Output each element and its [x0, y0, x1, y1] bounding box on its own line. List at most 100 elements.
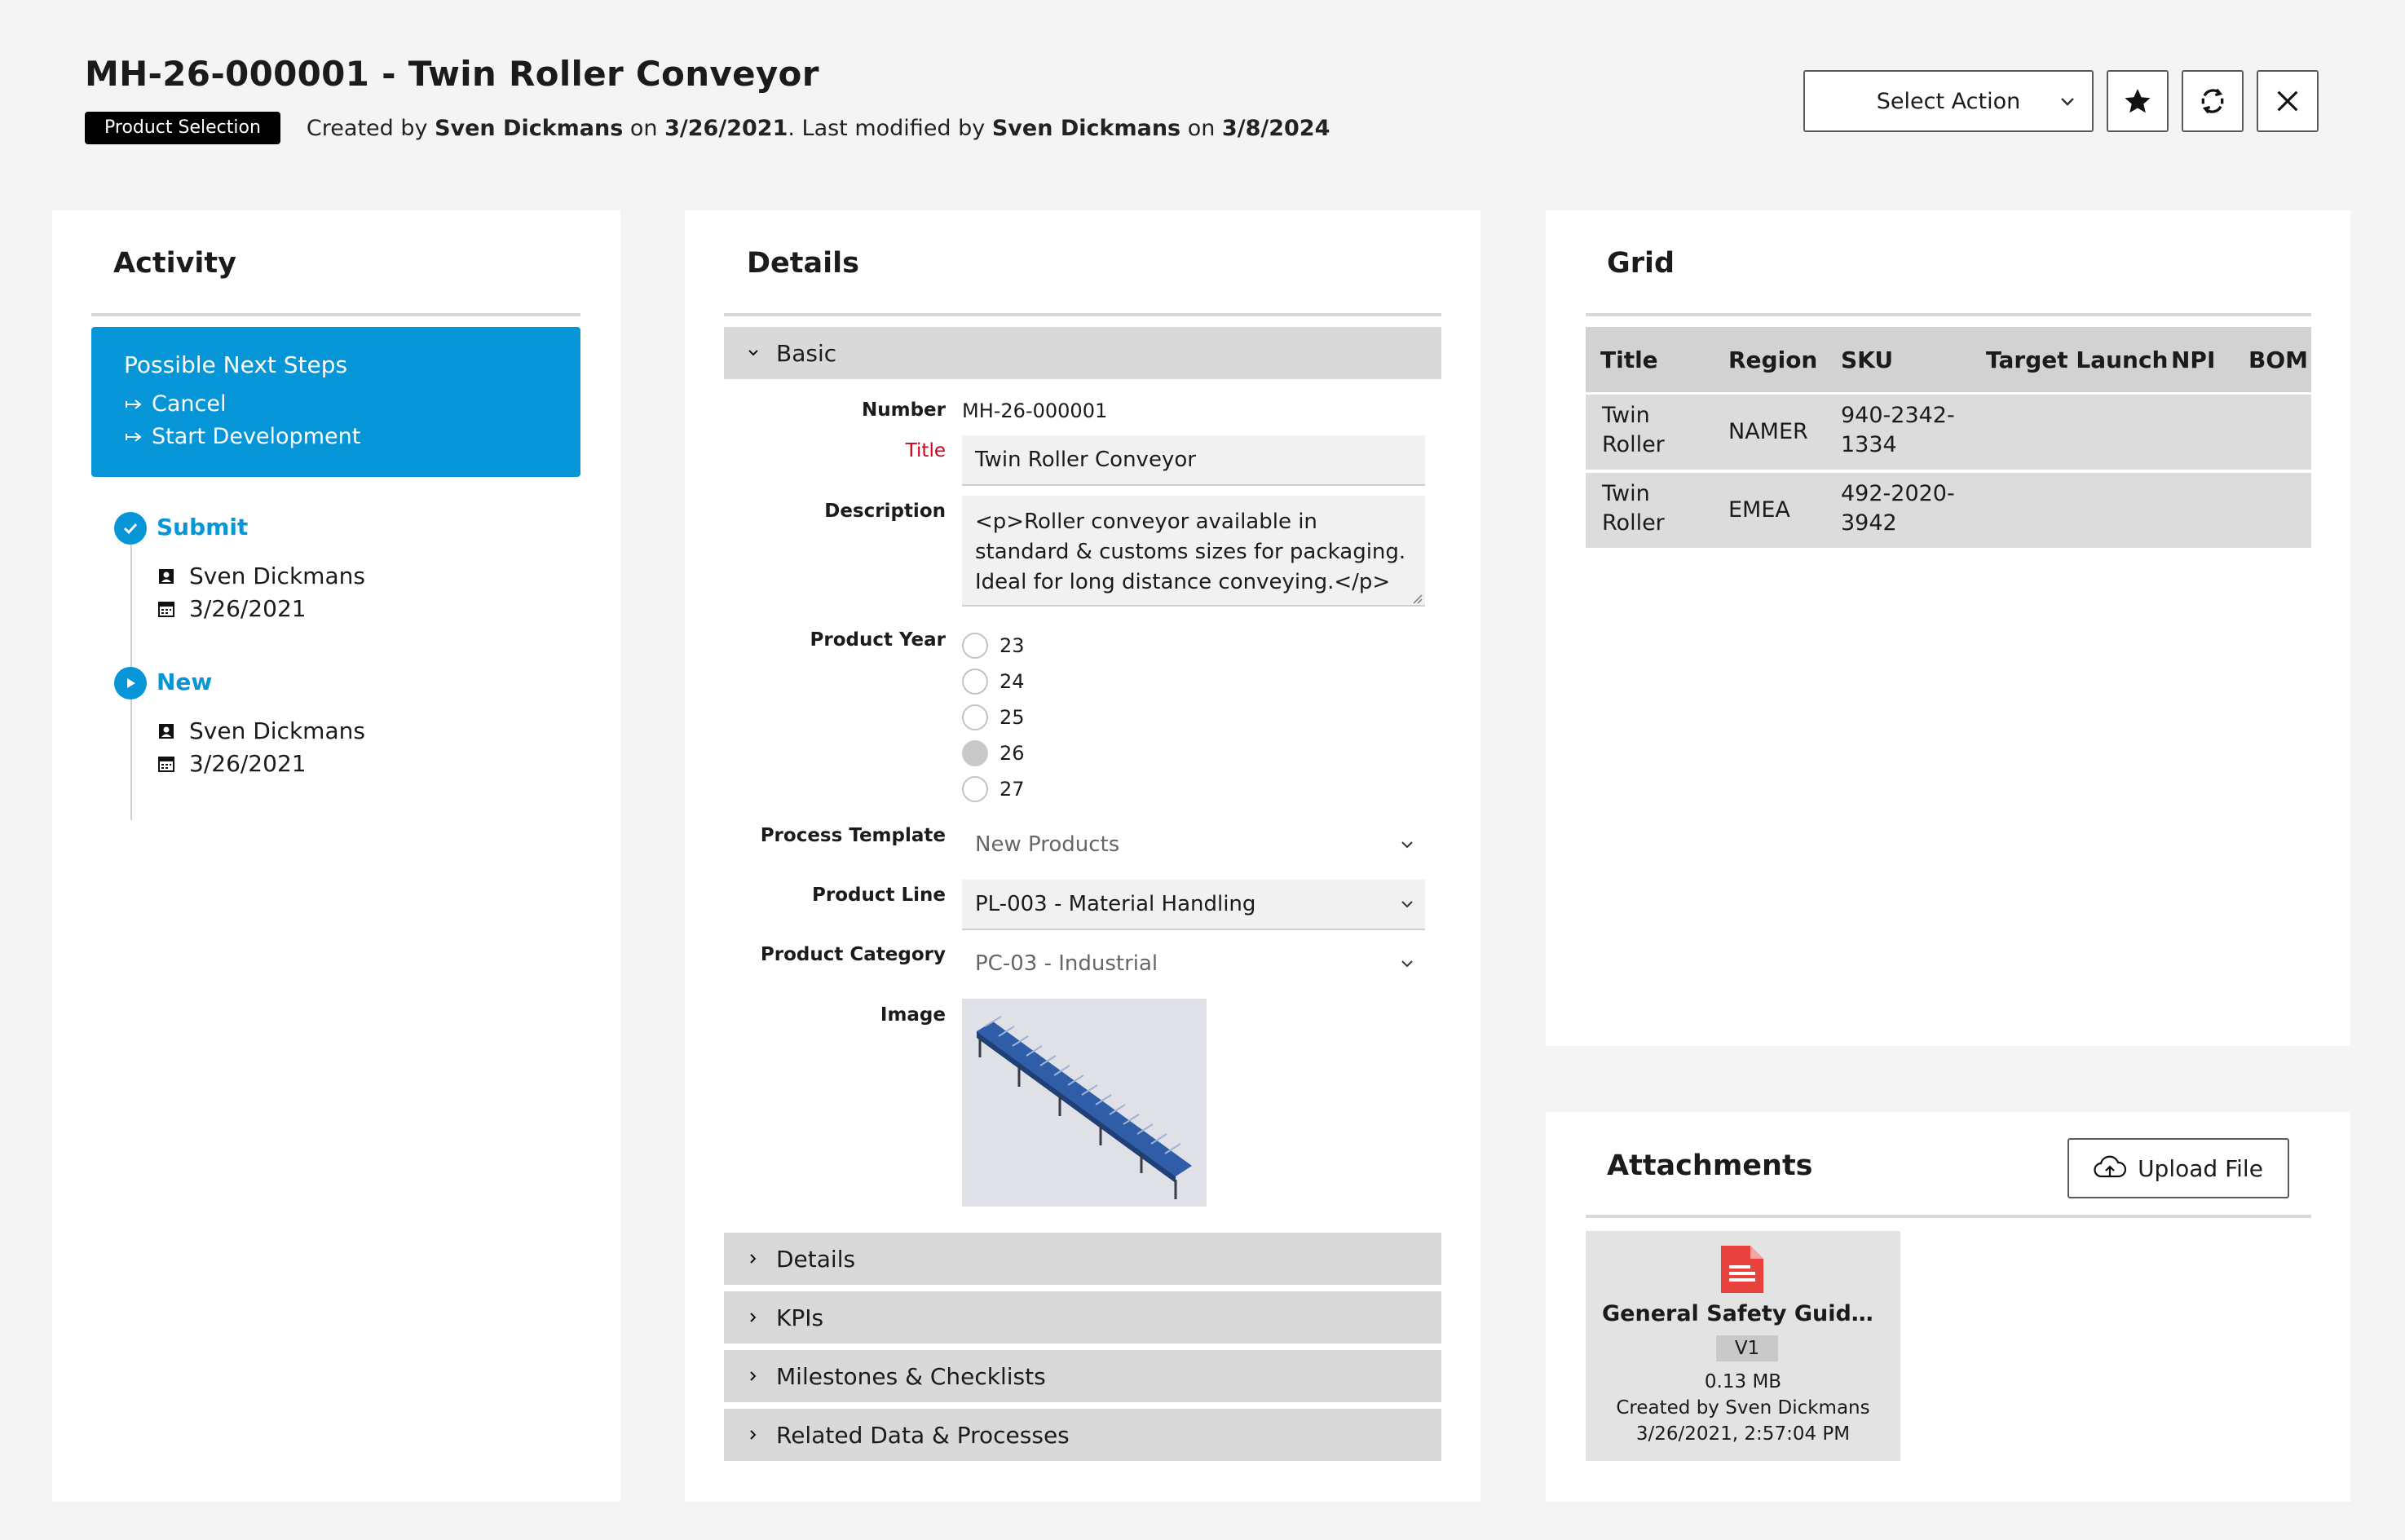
product-line-select[interactable]: PL-003 - Material Handling	[962, 880, 1425, 930]
cell-title: Twin Roller	[1602, 401, 1665, 460]
arrow-right-icon	[126, 432, 142, 442]
section-label: Basic	[776, 339, 837, 367]
description-label: Description	[824, 501, 946, 522]
cell-sku-line: 3942	[1841, 510, 1897, 536]
attachments-title: Attachments	[1607, 1149, 1813, 1182]
radio-button[interactable]	[962, 776, 988, 802]
chevron-down-icon	[1401, 901, 1413, 908]
resize-handle-icon[interactable]	[1410, 592, 1423, 605]
section-label: Details	[776, 1245, 856, 1273]
product-year-option-23[interactable]: 23	[962, 633, 1025, 659]
timeline-step-submit	[114, 512, 147, 545]
attachment-created-by: Created by Sven Dickmans	[1616, 1397, 1870, 1419]
section-label: KPIs	[776, 1304, 824, 1331]
section-kpis-header[interactable]: KPIs	[724, 1291, 1441, 1344]
cell-region: EMEA	[1728, 497, 1790, 523]
page-header: MH-26-000001 - Twin Roller Conveyor Prod…	[0, 0, 2405, 196]
radio-label: 25	[1000, 706, 1025, 729]
section-details-header[interactable]: Details	[724, 1233, 1441, 1285]
radio-button[interactable]	[962, 704, 988, 730]
radio-button[interactable]	[962, 633, 988, 659]
cell-sku-line: 492-2020-	[1841, 481, 1955, 506]
created-by: Sven Dickmans	[435, 115, 624, 141]
column-header-sku[interactable]: SKU	[1841, 346, 1893, 373]
possible-next-steps: Possible Next Steps Cancel Start Develop…	[91, 327, 580, 477]
cell-title-line: Twin	[1602, 403, 1650, 428]
column-header-title[interactable]: Title	[1600, 346, 1658, 373]
section-label: Milestones & Checklists	[776, 1362, 1046, 1390]
cell-sku: 940-2342- 1334	[1841, 401, 1955, 460]
upload-file-button[interactable]: Upload File	[2067, 1138, 2289, 1198]
attachment-name: General Safety Guideli…	[1602, 1301, 1900, 1326]
column-header-target-launch[interactable]: Target Launch	[1986, 346, 2169, 373]
next-step-start-development[interactable]: Start Development	[124, 421, 580, 453]
description-textarea[interactable]: <p>Roller conveyor available in standard…	[962, 496, 1425, 607]
calendar-icon	[158, 601, 174, 617]
close-button[interactable]	[2257, 70, 2319, 132]
product-category-select[interactable]: PC-03 - Industrial	[962, 939, 1425, 988]
timeline-user: Sven Dickmans	[158, 717, 365, 744]
cell-title-line: Roller	[1602, 510, 1665, 536]
column-header-npi[interactable]: NPI	[2171, 346, 2215, 373]
meta-row: Product Selection Created by Sven Dickma…	[85, 111, 1330, 145]
next-step-label: Cancel	[152, 391, 227, 417]
table-row[interactable]: Twin Roller NAMER 940-2342- 1334	[1586, 395, 2311, 470]
product-year-option-24[interactable]: 24	[962, 669, 1025, 695]
user-icon	[159, 568, 174, 584]
modified-prefix: . Last modified by	[788, 115, 992, 141]
radio-label: 24	[1000, 670, 1025, 693]
chevron-right-icon	[750, 1313, 757, 1322]
process-template-select[interactable]: New Products	[962, 820, 1425, 869]
select-action-dropdown[interactable]: Select Action	[1803, 70, 2094, 132]
grid-title: Grid	[1607, 247, 1675, 280]
cell-title-line: Roller	[1602, 432, 1665, 457]
image-label: Image	[880, 1004, 946, 1026]
divider	[91, 313, 580, 316]
product-year-option-26[interactable]: 26	[962, 740, 1025, 766]
column-header-bom[interactable]: BOM	[2248, 346, 2308, 373]
number-value: MH-26-000001	[962, 399, 1108, 422]
process-template-label: Process Template	[760, 825, 946, 846]
product-category-label: Product Category	[760, 944, 946, 965]
radio-button-selected[interactable]	[962, 740, 988, 766]
product-category-value: PC-03 - Industrial	[975, 951, 1158, 976]
arrow-right-icon	[126, 399, 142, 409]
title-field[interactable]: Twin Roller Conveyor	[962, 435, 1425, 486]
section-basic-header[interactable]: Basic	[724, 327, 1441, 379]
column-header-region[interactable]: Region	[1728, 346, 1817, 373]
cell-region: NAMER	[1728, 419, 1808, 444]
calendar-icon	[158, 756, 174, 772]
radio-label: 23	[1000, 634, 1025, 657]
activity-title: Activity	[113, 247, 236, 280]
product-year-option-25[interactable]: 25	[962, 704, 1025, 730]
star-icon	[2125, 88, 2151, 113]
product-image[interactable]	[962, 999, 1207, 1207]
chevron-down-icon	[748, 350, 758, 356]
divider	[724, 313, 1441, 316]
created-on: 3/26/2021	[664, 115, 788, 141]
radio-button[interactable]	[962, 669, 988, 695]
next-step-cancel[interactable]: Cancel	[124, 388, 580, 421]
radio-label: 27	[1000, 778, 1025, 801]
created-on-prefix: on	[623, 115, 665, 141]
timeline-date-value: 3/26/2021	[189, 750, 307, 777]
next-step-label: Start Development	[152, 424, 361, 449]
section-milestones-header[interactable]: Milestones & Checklists	[724, 1350, 1441, 1402]
status-badge: Product Selection	[85, 112, 280, 144]
divider	[1586, 313, 2311, 316]
refresh-button[interactable]	[2182, 70, 2244, 132]
product-year-label: Product Year	[810, 629, 946, 651]
timeline-step-new	[114, 667, 147, 699]
product-year-option-27[interactable]: 27	[962, 776, 1025, 802]
table-row[interactable]: Twin Roller EMEA 492-2020- 3942	[1586, 473, 2311, 548]
refresh-icon	[2201, 88, 2224, 114]
attachment-card[interactable]: General Safety Guideli… V1 0.13 MB Creat…	[1586, 1231, 1900, 1461]
radio-label: 26	[1000, 742, 1025, 765]
chevron-right-icon	[750, 1430, 757, 1440]
timeline-user-name: Sven Dickmans	[189, 563, 365, 589]
select-action-label: Select Action	[1876, 88, 2021, 114]
timeline-date-value: 3/26/2021	[189, 595, 307, 622]
favorite-button[interactable]	[2107, 70, 2169, 132]
cloud-upload-icon	[2094, 1155, 2127, 1178]
section-related-header[interactable]: Related Data & Processes	[724, 1409, 1441, 1461]
